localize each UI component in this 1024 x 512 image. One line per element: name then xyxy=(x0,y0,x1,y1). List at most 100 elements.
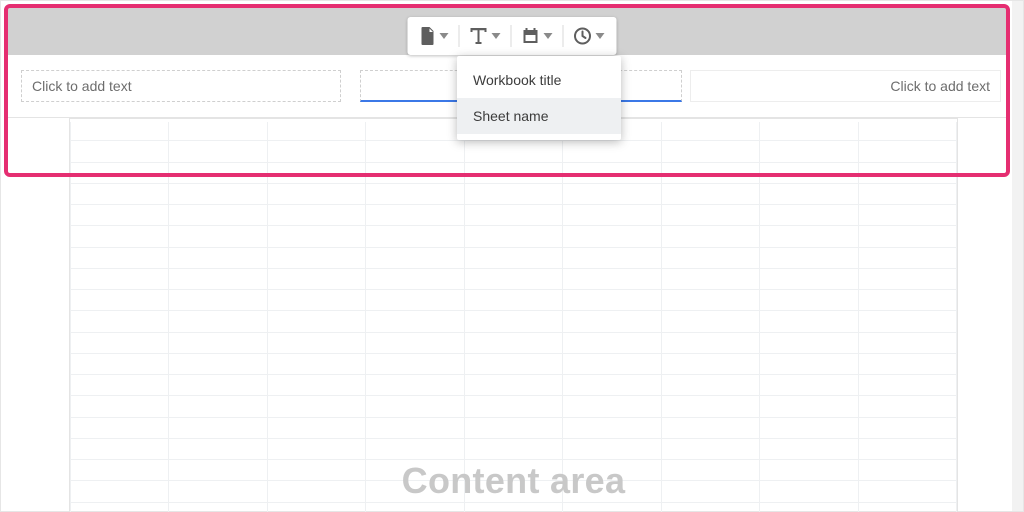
header-right-field[interactable]: Click to add text xyxy=(690,70,1001,102)
grid-cell[interactable] xyxy=(169,460,267,481)
grid-cell[interactable] xyxy=(366,438,464,459)
grid-cell[interactable] xyxy=(464,332,562,353)
grid-cell[interactable] xyxy=(760,311,858,332)
grid-cell[interactable] xyxy=(760,353,858,374)
grid-cell[interactable] xyxy=(563,183,661,204)
insert-time-button[interactable] xyxy=(568,17,611,55)
grid-cell[interactable] xyxy=(366,226,464,247)
grid-cell[interactable] xyxy=(169,162,267,183)
grid-cell[interactable] xyxy=(563,311,661,332)
grid-cell[interactable] xyxy=(760,438,858,459)
grid-cell[interactable] xyxy=(71,396,169,417)
grid-cell[interactable] xyxy=(267,375,365,396)
grid-cell[interactable] xyxy=(267,417,365,438)
grid-cell[interactable] xyxy=(760,396,858,417)
grid-cell[interactable] xyxy=(563,502,661,512)
grid-cell[interactable] xyxy=(267,353,365,374)
insert-text-button[interactable] xyxy=(464,17,507,55)
grid-cell[interactable] xyxy=(858,481,957,502)
grid-cell[interactable] xyxy=(858,502,957,512)
grid-cell[interactable] xyxy=(858,226,957,247)
grid-cell[interactable] xyxy=(661,247,759,268)
grid-cell[interactable] xyxy=(71,438,169,459)
grid-cell[interactable] xyxy=(71,417,169,438)
grid-cell[interactable] xyxy=(71,226,169,247)
grid-cell[interactable] xyxy=(71,375,169,396)
grid-cell[interactable] xyxy=(661,162,759,183)
grid-cell[interactable] xyxy=(858,417,957,438)
grid-cell[interactable] xyxy=(71,205,169,226)
grid-cell[interactable] xyxy=(563,353,661,374)
grid-cell[interactable] xyxy=(563,247,661,268)
grid-cell[interactable] xyxy=(464,290,562,311)
grid-cell[interactable] xyxy=(169,268,267,289)
dropdown-item-workbook-title[interactable]: Workbook title xyxy=(457,62,621,98)
grid-cell[interactable] xyxy=(267,438,365,459)
grid-cell[interactable] xyxy=(169,396,267,417)
grid-cell[interactable] xyxy=(366,268,464,289)
grid-cell[interactable] xyxy=(760,205,858,226)
grid-cell[interactable] xyxy=(760,162,858,183)
grid-cell[interactable] xyxy=(267,205,365,226)
grid-cell[interactable] xyxy=(267,247,365,268)
grid-cell[interactable] xyxy=(71,290,169,311)
grid-cell[interactable] xyxy=(760,226,858,247)
grid-cell[interactable] xyxy=(464,353,562,374)
grid-cell[interactable] xyxy=(464,502,562,512)
grid-cell[interactable] xyxy=(464,481,562,502)
grid-cell[interactable] xyxy=(366,332,464,353)
grid-cell[interactable] xyxy=(760,332,858,353)
grid-cell[interactable] xyxy=(71,460,169,481)
grid-cell[interactable] xyxy=(267,141,365,162)
grid-cell[interactable] xyxy=(169,332,267,353)
grid-cell[interactable] xyxy=(169,438,267,459)
grid-cell[interactable] xyxy=(760,247,858,268)
grid-cell[interactable] xyxy=(661,183,759,204)
grid-cell[interactable] xyxy=(563,162,661,183)
grid-cell[interactable] xyxy=(366,247,464,268)
grid-cell[interactable] xyxy=(366,183,464,204)
grid-cell[interactable] xyxy=(464,141,562,162)
grid-cell[interactable] xyxy=(366,481,464,502)
grid-cell[interactable] xyxy=(661,141,759,162)
grid-cell[interactable] xyxy=(366,353,464,374)
grid-cell[interactable] xyxy=(858,268,957,289)
grid-cell[interactable] xyxy=(858,375,957,396)
vertical-scrollbar[interactable] xyxy=(1012,1,1023,511)
grid-cell[interactable] xyxy=(71,502,169,512)
grid-cell[interactable] xyxy=(661,481,759,502)
grid-cell[interactable] xyxy=(563,396,661,417)
grid-cell[interactable] xyxy=(169,353,267,374)
grid-cell[interactable] xyxy=(464,417,562,438)
grid-cell[interactable] xyxy=(760,417,858,438)
grid-cell[interactable] xyxy=(366,120,464,141)
grid-cell[interactable] xyxy=(760,290,858,311)
grid-cell[interactable] xyxy=(661,438,759,459)
grid-cell[interactable] xyxy=(464,205,562,226)
grid-cell[interactable] xyxy=(858,332,957,353)
grid-cell[interactable] xyxy=(563,481,661,502)
grid-cell[interactable] xyxy=(858,396,957,417)
grid-cell[interactable] xyxy=(169,183,267,204)
grid-cell[interactable] xyxy=(464,460,562,481)
grid-cell[interactable] xyxy=(563,290,661,311)
grid-cell[interactable] xyxy=(169,417,267,438)
grid-cell[interactable] xyxy=(267,120,365,141)
grid-cell[interactable] xyxy=(661,460,759,481)
grid-cell[interactable] xyxy=(267,268,365,289)
grid-cell[interactable] xyxy=(267,481,365,502)
grid-cell[interactable] xyxy=(169,311,267,332)
grid-cell[interactable] xyxy=(661,226,759,247)
grid-cell[interactable] xyxy=(464,247,562,268)
grid-cell[interactable] xyxy=(563,141,661,162)
grid-cell[interactable] xyxy=(563,205,661,226)
grid-cell[interactable] xyxy=(858,205,957,226)
grid-cell[interactable] xyxy=(661,311,759,332)
grid-cell[interactable] xyxy=(267,290,365,311)
grid-cell[interactable] xyxy=(267,162,365,183)
grid-cell[interactable] xyxy=(661,502,759,512)
grid-cell[interactable] xyxy=(169,481,267,502)
grid-cell[interactable] xyxy=(858,353,957,374)
grid-cell[interactable] xyxy=(169,141,267,162)
dropdown-item-sheet-name[interactable]: Sheet name xyxy=(457,98,621,134)
